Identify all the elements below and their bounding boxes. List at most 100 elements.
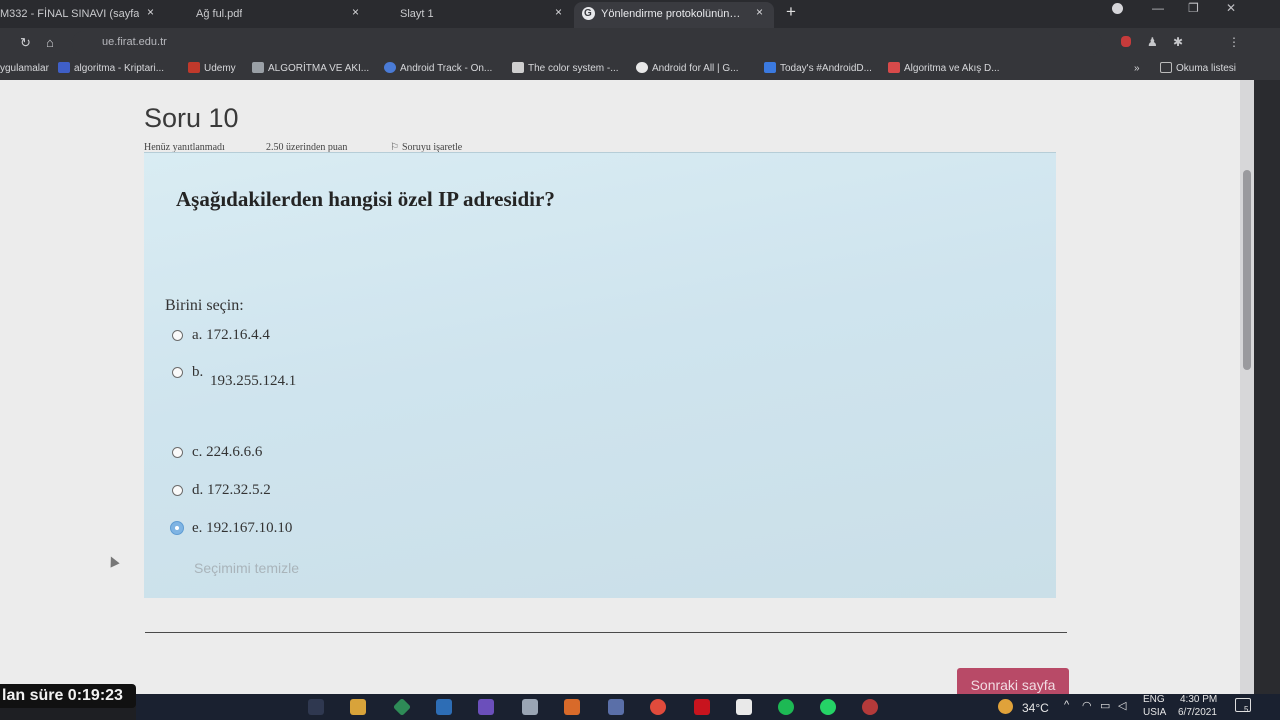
clock-time[interactable]: 4:30 PM: [1180, 694, 1217, 705]
new-tab-button[interactable]: +: [786, 1, 796, 23]
visual-studio-icon[interactable]: [478, 699, 494, 715]
option-label: b.: [192, 364, 204, 380]
reading-list-icon: [1160, 61, 1172, 73]
divider: [145, 632, 1067, 633]
question-box: Aşağıdakilerden hangisi özel IP adresidi…: [144, 152, 1056, 598]
tab-routing-protocol[interactable]: Yönlendirme protokolünün am: [574, 2, 774, 28]
window-edge: [1254, 80, 1280, 694]
bookmark-item[interactable]: Android for All | G...: [636, 61, 739, 75]
bookmark-label: Android for All | G...: [652, 63, 739, 74]
close-icon[interactable]: ×: [147, 0, 154, 24]
app-icon[interactable]: [736, 699, 752, 715]
bookmark-label: Today's #AndroidD...: [780, 63, 872, 74]
battery-icon[interactable]: ▭: [1100, 699, 1110, 712]
file-explorer-icon[interactable]: [350, 699, 366, 715]
wifi-icon[interactable]: ◠: [1082, 699, 1092, 712]
profile-icon[interactable]: [1112, 3, 1123, 14]
bookmark-item[interactable]: algoritma - Kriptari...: [58, 61, 165, 75]
reading-list-button[interactable]: Okuma listesi: [1160, 61, 1236, 75]
spotify-icon[interactable]: [778, 699, 794, 715]
home-icon[interactable]: ⌂: [46, 34, 54, 52]
radio-button[interactable]: [172, 367, 183, 378]
tab-label: M332 - FİNAL SINAVI (sayfa: [0, 8, 140, 20]
notifications-icon[interactable]: 5: [1235, 698, 1251, 714]
input-region[interactable]: USIA: [1143, 707, 1166, 718]
bookmark-item[interactable]: Android Track - On...: [384, 61, 493, 75]
bookmark-label: algoritma - Kriptari...: [74, 63, 165, 74]
radio-button-selected[interactable]: [170, 521, 184, 535]
app-icon[interactable]: [862, 699, 878, 715]
radio-button[interactable]: [172, 330, 183, 341]
google-icon: [582, 2, 595, 26]
option-value: 193.255.124.1: [210, 373, 297, 389]
bookmark-icon: [252, 61, 264, 73]
chevron-up-icon[interactable]: ^: [1064, 699, 1069, 711]
bookmark-icon: [384, 61, 396, 73]
bookmark-item[interactable]: The color system -...: [512, 61, 619, 75]
app-icon[interactable]: [392, 697, 412, 717]
bookmark-label: ygulamalar: [0, 63, 49, 74]
temperature[interactable]: 34°C: [1022, 701, 1049, 715]
sublime-icon[interactable]: [564, 699, 580, 715]
page-scrollbar[interactable]: [1240, 80, 1254, 694]
app-icon[interactable]: [608, 699, 624, 715]
restore-icon[interactable]: ❐: [1188, 0, 1199, 16]
clock-date[interactable]: 6/7/2021: [1178, 707, 1217, 718]
browser-tab-strip: M332 - FİNAL SINAVI (sayfa × Ağ ful.pdf …: [0, 0, 1280, 28]
menu-icon[interactable]: ⋮: [1228, 35, 1240, 49]
bookmarks-overflow-icon[interactable]: »: [1134, 62, 1140, 75]
netflix-icon[interactable]: [694, 699, 710, 715]
tab-slayt[interactable]: Slayt 1: [400, 2, 550, 28]
mouse-cursor-icon: [106, 554, 120, 568]
tab-ag-pdf[interactable]: Ağ ful.pdf: [196, 2, 346, 28]
tab-label: Yönlendirme protokolünün am: [601, 8, 741, 20]
minimize-icon[interactable]: —: [1152, 0, 1164, 16]
bookmark-icon: [888, 61, 900, 73]
clear-choice-link[interactable]: Seçimimi temizle: [194, 560, 299, 576]
udemy-icon: [188, 61, 200, 73]
reload-icon[interactable]: ↻: [20, 34, 31, 52]
scrollbar-thumb[interactable]: [1243, 170, 1251, 370]
puzzle-icon[interactable]: ✱: [1173, 35, 1183, 49]
bookmark-item[interactable]: Today's #AndroidD...: [764, 61, 872, 75]
address-bar[interactable]: ue.firat.edu.tr: [72, 31, 1102, 55]
bookmark-item[interactable]: Udemy: [188, 61, 236, 75]
extension-icon[interactable]: ♟: [1147, 35, 1158, 49]
close-icon[interactable]: ×: [756, 0, 763, 24]
bookmark-label: Algoritma ve Akış D...: [904, 63, 1000, 74]
close-icon[interactable]: ×: [555, 0, 562, 24]
bookmark-item[interactable]: ygulamalar: [0, 62, 49, 75]
option-label: d. 172.32.5.2: [192, 482, 271, 498]
windows-taskbar: 34°C ^ ◠ ▭ ◁ ENG USIA 4:30 PM 6/7/2021 5: [136, 694, 1280, 720]
input-language[interactable]: ENG: [1143, 694, 1165, 705]
window-close-icon[interactable]: ✕: [1226, 0, 1236, 16]
question-number: Soru 10: [144, 103, 239, 133]
bookmark-icon: [58, 61, 70, 73]
app-icon[interactable]: [522, 699, 538, 715]
radio-button[interactable]: [172, 485, 183, 496]
browser-toolbar: ↻ ⌂ ue.firat.edu.tr ♟ ✱ ⋮: [0, 28, 1280, 58]
task-view-icon[interactable]: [308, 699, 324, 715]
next-page-button[interactable]: Sonraki sayfa: [957, 668, 1069, 694]
weather-icon[interactable]: [998, 699, 1013, 714]
option-label: a. 172.16.4.4: [192, 327, 270, 343]
bookmark-label: Android Track - On...: [400, 63, 493, 74]
volume-icon[interactable]: ◁: [1118, 699, 1126, 712]
option-label: e. 192.167.10.10: [192, 520, 293, 536]
url-text: ue.firat.edu.tr: [102, 36, 167, 48]
radio-button[interactable]: [172, 447, 183, 458]
whatsapp-icon[interactable]: [820, 699, 836, 715]
chrome-icon[interactable]: [650, 699, 666, 715]
bookmark-icon: [512, 61, 524, 73]
close-icon[interactable]: ×: [352, 0, 359, 24]
extension-icon[interactable]: [1121, 36, 1131, 47]
option-label: c. 224.6.6.6: [192, 444, 263, 460]
bookmark-icon: [764, 61, 776, 73]
bookmark-icon: [636, 61, 648, 73]
bookmark-item[interactable]: Algoritma ve Akış D...: [888, 61, 1000, 75]
tab-final-exam[interactable]: M332 - FİNAL SINAVI (sayfa: [0, 2, 150, 28]
bookmark-label: Udemy: [204, 63, 236, 74]
store-icon[interactable]: [436, 699, 452, 715]
tab-label: Ağ ful.pdf: [196, 8, 243, 20]
bookmark-item[interactable]: ALGORİTMA VE AKI...: [252, 61, 369, 75]
